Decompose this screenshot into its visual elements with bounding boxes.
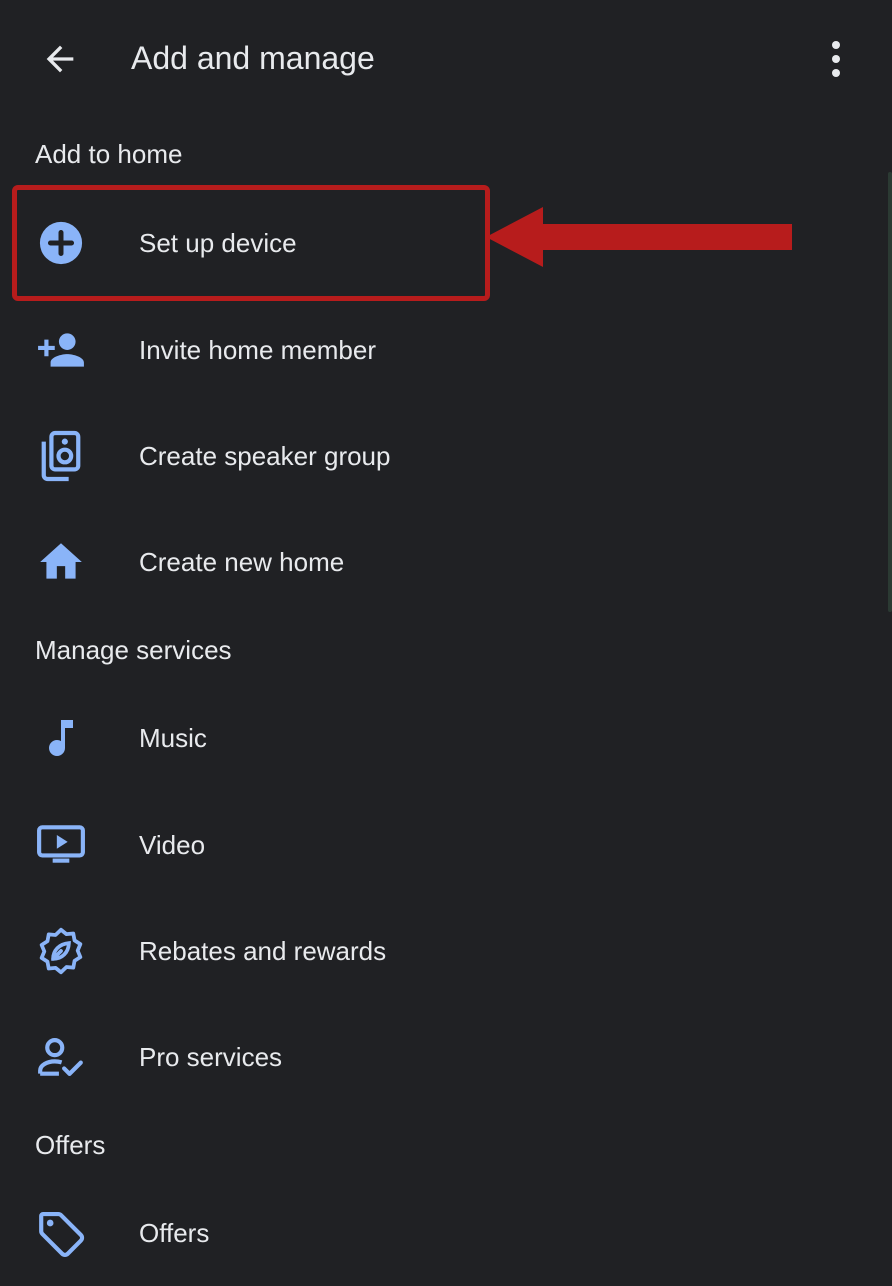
list-item-create-speaker-group[interactable]: Create speaker group [0,403,892,509]
home-icon [36,537,86,587]
list-item-label: Offers [139,1218,210,1248]
list-item-label: Create new home [139,547,345,577]
person-add-icon [36,325,86,375]
video-icon [36,820,86,870]
arrow-back-icon [46,45,74,73]
page-title: Add and manage [131,40,375,76]
list-item-label: Pro services [139,1042,283,1072]
back-button[interactable] [34,36,86,82]
list-item-label: Music [139,723,207,753]
speaker-group-icon [36,430,86,482]
section-header-offers: Offers [35,1130,106,1160]
section-header-add-to-home: Add to home [35,139,183,169]
list-item-video[interactable]: Video [0,792,892,898]
list-item-offers[interactable]: Offers [0,1180,892,1286]
list-item-label: Rebates and rewards [139,936,387,966]
list-item-rebates-and-rewards[interactable]: Rebates and rewards [0,898,892,1004]
list-item-create-new-home[interactable]: Create new home [0,509,892,615]
list-item-set-up-device[interactable]: Set up device [0,190,892,296]
add-circle-icon [36,218,86,268]
list-item-pro-services[interactable]: Pro services [0,1004,892,1110]
more-options-button[interactable] [816,36,856,82]
list-item-label: Video [139,830,206,860]
more-vert-icon [832,41,840,77]
tag-icon [36,1208,86,1258]
list-item-invite-home-member[interactable]: Invite home member [0,297,892,403]
music-note-icon [36,713,86,763]
list-item-label: Set up device [139,228,297,258]
list-item-music[interactable]: Music [0,685,892,791]
pro-services-icon [36,1032,86,1082]
rewards-badge-icon [36,926,86,976]
list-item-label: Create speaker group [139,441,391,471]
top-app-bar: Add and manage [0,0,892,118]
section-header-manage-services: Manage services [35,635,232,665]
list-item-label: Invite home member [139,335,376,365]
